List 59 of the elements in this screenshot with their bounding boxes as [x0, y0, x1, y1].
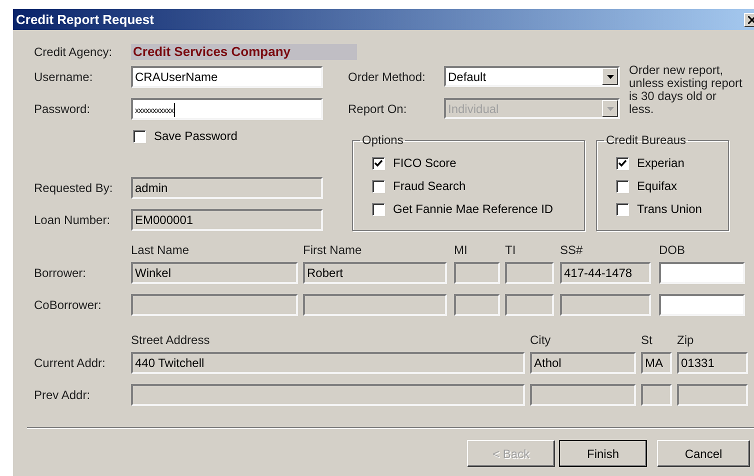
input-field: Winkel	[131, 262, 298, 284]
password-field[interactable]: xxxxxxxxxxx	[131, 98, 323, 120]
wizard-button[interactable]: Finish	[559, 440, 647, 467]
column-header: Street Address	[131, 333, 211, 347]
input-field: 417-44-1478	[560, 262, 651, 284]
input-field: MA	[641, 352, 672, 374]
loan-number-field: EM000001	[131, 209, 323, 231]
field-label: CoBorrower:	[34, 298, 102, 312]
checkbox-label: Experian	[637, 156, 684, 170]
checkbox-label: Equifax	[637, 179, 678, 193]
column-header: City	[530, 333, 552, 347]
order-method-note: Order new report, unless existing report is 30 days old or less.	[629, 64, 744, 118]
field-label: Current Addr:	[34, 356, 106, 370]
column-header: MI	[454, 243, 468, 257]
column-header: First Name	[303, 243, 363, 257]
field-label: Borrower:	[34, 266, 88, 280]
field-label: Loan Number:	[34, 213, 112, 227]
field-label: Password:	[34, 102, 92, 116]
checkbox-label: Trans Union	[637, 202, 702, 216]
group-title: Credit Bureaus	[605, 133, 688, 147]
dropdown[interactable]: Default	[444, 66, 620, 87]
input-field[interactable]	[659, 262, 745, 284]
checkbox-label: Get Fannie Mae Reference ID	[393, 202, 554, 216]
username-field[interactable]: CRAUserName	[131, 66, 323, 88]
checkbox[interactable]	[133, 130, 146, 142]
wizard-button[interactable]: Cancel	[657, 440, 750, 467]
close-icon	[748, 16, 754, 24]
group-title: Options	[361, 133, 404, 147]
field-label: Report On:	[348, 102, 408, 116]
requested-by-field: admin	[131, 177, 323, 199]
checkbox[interactable]	[616, 202, 629, 216]
input-field: Athol	[530, 352, 636, 374]
dropdown-arrow-icon	[606, 106, 614, 110]
checkbox-label: Save Password	[154, 129, 238, 143]
input-field[interactable]	[659, 294, 745, 316]
checkbox[interactable]	[616, 156, 629, 170]
checkbox-label: Fraud Search	[393, 179, 466, 193]
window-title: Credit Report Request	[15, 12, 154, 27]
column-header: SS#	[560, 243, 584, 257]
field-label: Prev Addr:	[34, 388, 92, 402]
field-label: Username:	[34, 70, 94, 84]
checkbox[interactable]	[372, 180, 385, 192]
input-field: Robert	[303, 262, 447, 284]
input-field: 440 Twitchell	[131, 352, 525, 374]
column-header: Zip	[677, 333, 695, 347]
field-label: Order Method:	[348, 70, 426, 84]
field-label: Credit Agency:	[34, 45, 114, 59]
checkbox[interactable]	[616, 180, 629, 192]
checkbox[interactable]	[372, 156, 385, 170]
dropdown-arrow-icon	[606, 74, 614, 78]
checkbox-label: FICO Score	[393, 156, 456, 170]
input-field: 01331	[677, 352, 748, 374]
agency-name: Credit Services Company	[131, 44, 357, 60]
column-header: St	[641, 333, 654, 347]
checkbox[interactable]	[372, 202, 385, 216]
field-label: Requested By:	[34, 181, 114, 195]
column-header: DOB	[659, 243, 686, 257]
column-header: TI	[505, 243, 517, 257]
column-header: Last Name	[131, 243, 190, 257]
